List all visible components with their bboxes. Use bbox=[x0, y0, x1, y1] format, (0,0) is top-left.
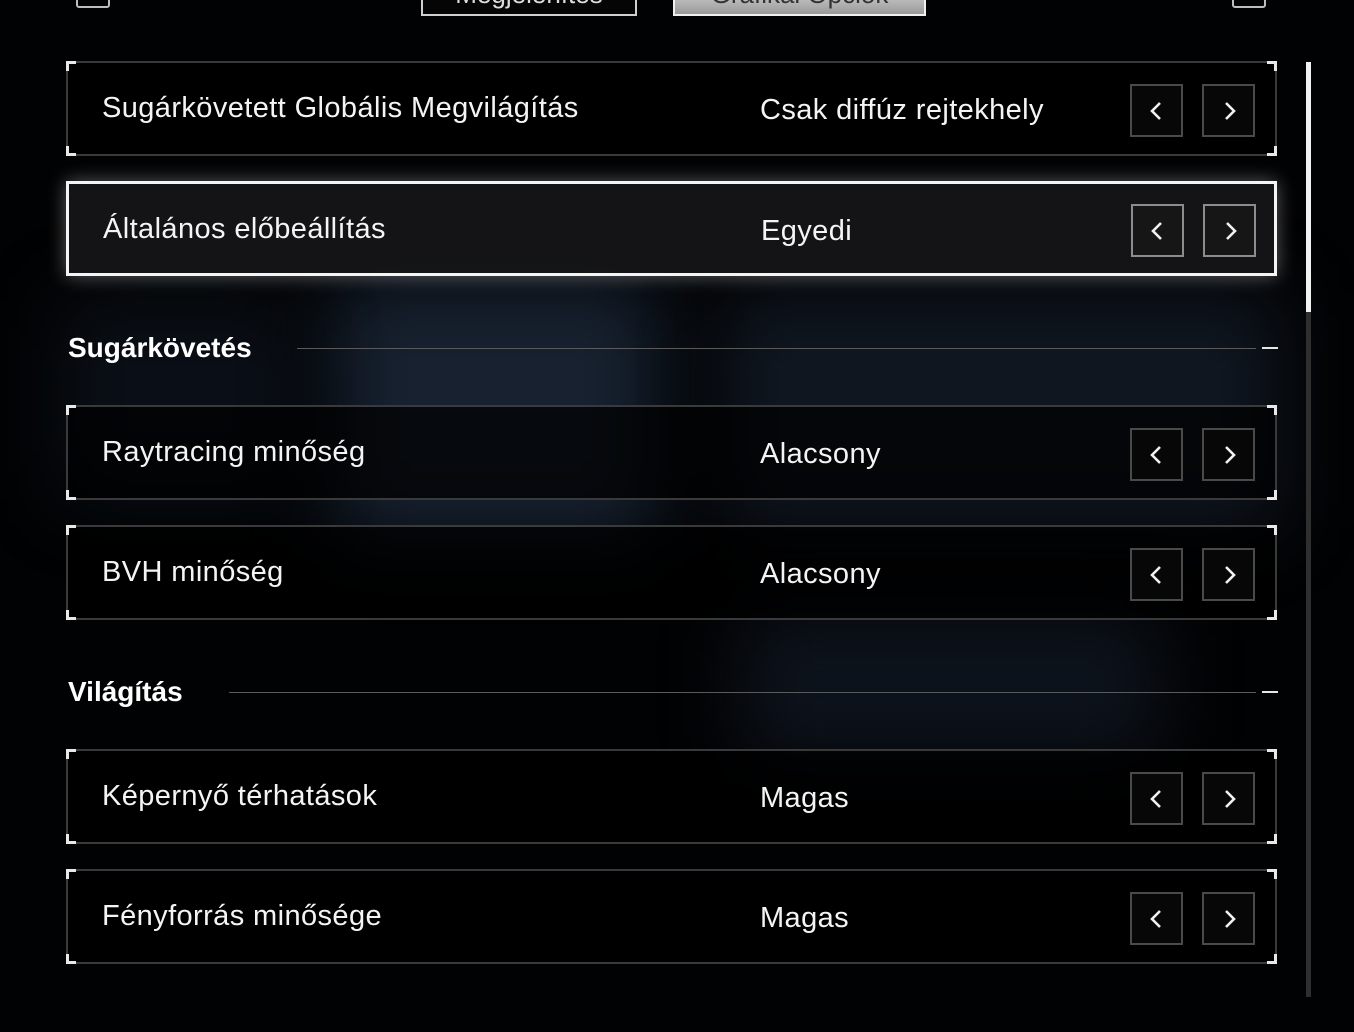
chevron-right-icon bbox=[1224, 445, 1236, 464]
setting-value: Csak diffúz rejtekhely bbox=[760, 94, 1044, 126]
setting-label: Általános előbeállítás bbox=[103, 213, 386, 245]
next-option-button[interactable] bbox=[1202, 548, 1255, 601]
section-title: Sugárkövetés bbox=[68, 332, 252, 363]
setting-row-screen-space-effects[interactable]: Képernyő térhatások Magas bbox=[66, 749, 1277, 844]
setting-value: Egyedi bbox=[761, 215, 853, 247]
setting-value: Magas bbox=[760, 782, 850, 814]
setting-row-general-preset[interactable]: Általános előbeállítás Egyedi bbox=[66, 181, 1277, 276]
section-header-lighting: Világítás bbox=[68, 672, 1278, 712]
section-header-raytracing: Sugárkövetés bbox=[68, 328, 1278, 368]
setting-row-bvh-quality[interactable]: BVH minőség Alacsony bbox=[66, 525, 1277, 620]
setting-row-raytracing-quality[interactable]: Raytracing minőség Alacsony bbox=[66, 405, 1277, 500]
chevron-left-icon bbox=[1149, 789, 1161, 808]
tab-display[interactable]: Megjelenítés bbox=[421, 0, 637, 16]
graphics-options-screen: Megjelenítés Grafikai Opciók Sugárkövete… bbox=[0, 0, 1354, 1032]
setting-label: Képernyő térhatások bbox=[102, 780, 378, 812]
chevron-right-icon bbox=[1224, 101, 1236, 120]
section-divider bbox=[229, 692, 1256, 693]
tab-graphics-options[interactable]: Grafikai Opciók bbox=[673, 0, 926, 16]
prev-option-button[interactable] bbox=[1131, 204, 1184, 257]
section-divider bbox=[297, 348, 1256, 349]
chevron-right-icon bbox=[1224, 909, 1236, 928]
scrollbar-thumb[interactable] bbox=[1306, 62, 1311, 312]
next-option-button[interactable] bbox=[1202, 892, 1255, 945]
next-option-button[interactable] bbox=[1202, 428, 1255, 481]
chevron-right-icon bbox=[1224, 565, 1236, 584]
next-option-button[interactable] bbox=[1202, 772, 1255, 825]
prev-option-button[interactable] bbox=[1130, 772, 1183, 825]
chevron-right-icon bbox=[1224, 789, 1236, 808]
collapse-dash-icon[interactable] bbox=[1262, 347, 1278, 349]
setting-value: Alacsony bbox=[760, 438, 881, 470]
chevron-left-icon bbox=[1149, 101, 1161, 120]
setting-label: BVH minőség bbox=[102, 556, 284, 588]
next-option-button[interactable] bbox=[1203, 204, 1256, 257]
prev-option-button[interactable] bbox=[1130, 84, 1183, 137]
right-bumper-key-icon bbox=[1232, 0, 1266, 8]
left-bumper-key-icon bbox=[76, 0, 110, 8]
setting-row-rtgi[interactable]: Sugárkövetett Globális Megvilágítás Csak… bbox=[66, 61, 1277, 156]
chevron-left-icon bbox=[1149, 445, 1161, 464]
prev-option-button[interactable] bbox=[1130, 548, 1183, 601]
setting-label: Raytracing minőség bbox=[102, 436, 366, 468]
chevron-left-icon bbox=[1149, 565, 1161, 584]
setting-row-light-source-quality[interactable]: Fényforrás minősége Magas bbox=[66, 869, 1277, 964]
collapse-dash-icon[interactable] bbox=[1262, 691, 1278, 693]
chevron-right-icon bbox=[1225, 221, 1237, 240]
setting-value: Magas bbox=[760, 902, 850, 934]
section-title: Világítás bbox=[68, 676, 183, 707]
setting-label: Fényforrás minősége bbox=[102, 900, 382, 932]
prev-option-button[interactable] bbox=[1130, 892, 1183, 945]
next-option-button[interactable] bbox=[1202, 84, 1255, 137]
chevron-left-icon bbox=[1150, 221, 1162, 240]
chevron-left-icon bbox=[1149, 909, 1161, 928]
setting-label: Sugárkövetett Globális Megvilágítás bbox=[102, 92, 579, 124]
prev-option-button[interactable] bbox=[1130, 428, 1183, 481]
setting-value: Alacsony bbox=[760, 558, 881, 590]
